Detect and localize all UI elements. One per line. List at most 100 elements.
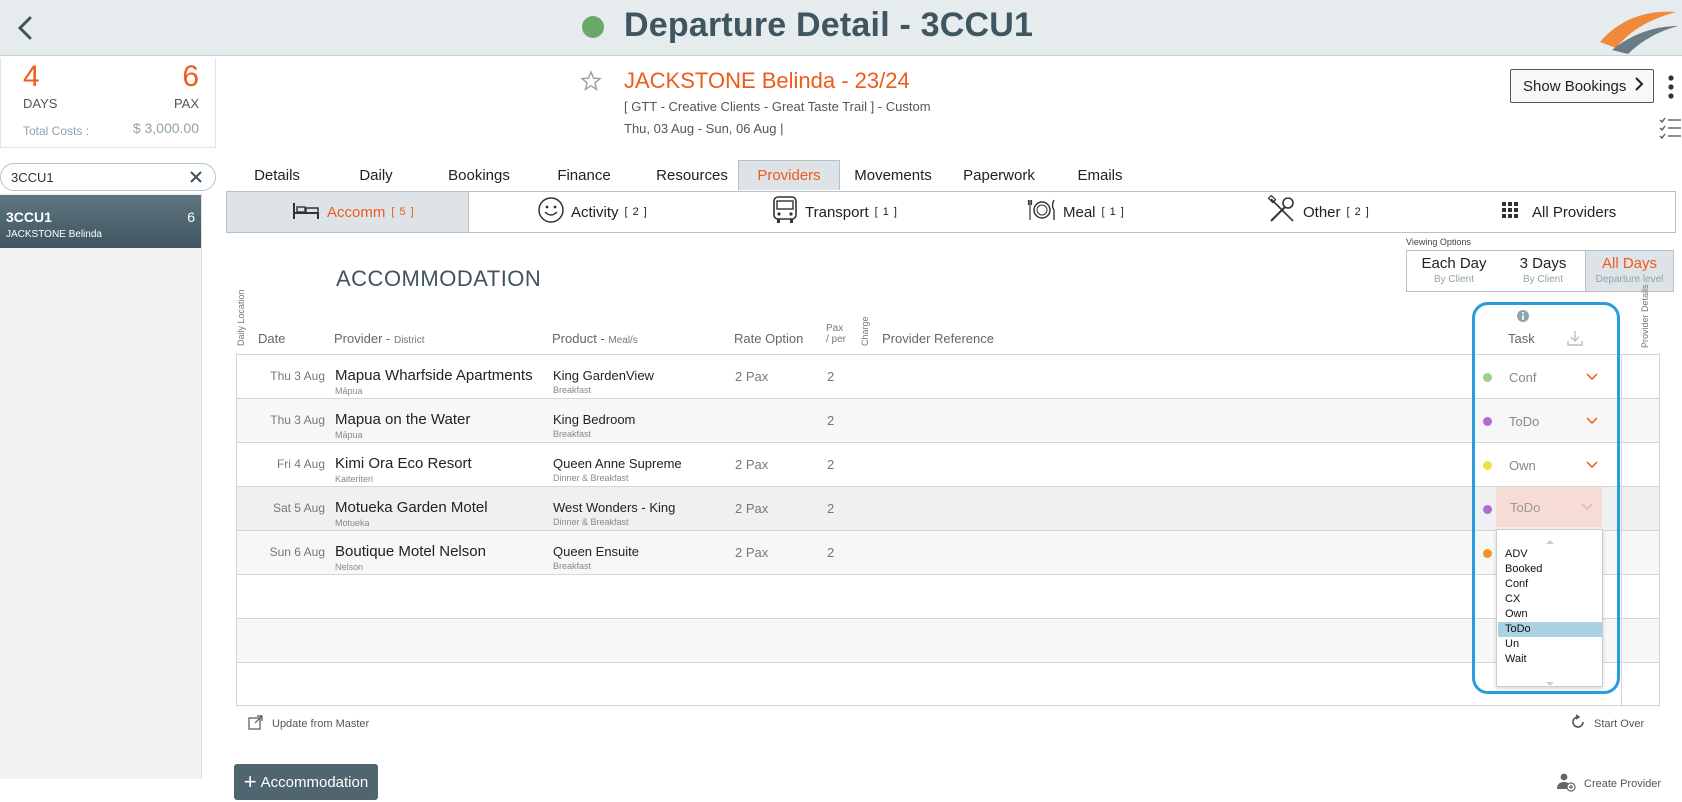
table-row-empty <box>237 619 1659 663</box>
tab-emails[interactable]: Emails <box>1052 160 1148 190</box>
status-dot <box>582 16 604 38</box>
subtab-transport[interactable]: Transport [ 1 ] <box>771 192 898 232</box>
plus-icon: + <box>243 769 257 794</box>
subtab-accomm-label: Accomm <box>327 203 386 221</box>
subtab-accomm-count: [ 5 ] <box>391 206 415 218</box>
subtab-all-providers-label: All Providers <box>1532 203 1617 221</box>
view-all-days[interactable]: All Days Departure level <box>1585 251 1673 291</box>
tab-bookings[interactable]: Bookings <box>424 160 534 190</box>
row-pax: 2 <box>827 457 835 472</box>
row-provider[interactable]: Motueka Garden Motel <box>335 499 488 516</box>
days-value: 4 <box>23 60 40 93</box>
row-product: Queen Anne Supreme <box>553 456 682 471</box>
row-date: Sun 6 Aug <box>269 545 325 559</box>
tab-paperwork[interactable]: Paperwork <box>946 160 1052 190</box>
tab-details[interactable]: Details <box>226 160 328 190</box>
row-meal: Breakfast <box>553 561 592 571</box>
subtab-other[interactable]: Other [ 2 ] <box>1267 192 1370 232</box>
update-from-master-label: Update from Master <box>272 717 370 730</box>
row-district: Māpua <box>335 386 363 396</box>
col-provider-details: Provider Details <box>1640 284 1650 348</box>
subtab-activity[interactable]: Activity [ 2 ] <box>537 192 648 232</box>
row-date: Thu 3 Aug <box>270 369 325 383</box>
subtab-meal-label: Meal <box>1063 203 1096 221</box>
star-icon[interactable] <box>580 70 602 92</box>
view-3-days-main: 3 Days <box>1519 255 1567 272</box>
subtab-all-providers[interactable]: All Providers <box>1502 192 1616 232</box>
table-row-empty <box>237 575 1659 619</box>
create-provider-button[interactable]: Create Provider <box>1556 772 1661 795</box>
departure-search-input[interactable]: 3CCU1 <box>0 163 216 191</box>
tab-movements[interactable]: Movements <box>840 160 946 190</box>
provider-details-cell <box>1621 619 1659 663</box>
add-accommodation-label: Accommodation <box>260 773 369 791</box>
departure-code: 3CCU1 <box>6 209 52 225</box>
row-rate: 2 Pax <box>735 545 769 560</box>
table-row[interactable]: Thu 3 Aug Mapua Wharfside Apartments Māp… <box>237 355 1659 399</box>
subtab-accomm[interactable]: Accomm [ 5 ] <box>227 192 469 232</box>
table-row-empty <box>237 663 1659 707</box>
add-user-icon <box>1556 772 1576 795</box>
table-row[interactable]: Sun 6 Aug Boutique Motel Nelson Nelson Q… <box>237 531 1659 575</box>
col-provider: Provider - District <box>334 331 425 346</box>
view-3-days-sub: By Client <box>1522 274 1563 285</box>
provider-details-cell[interactable] <box>1621 355 1659 399</box>
col-charge: Charge <box>860 316 870 346</box>
grid-icon <box>1502 202 1518 222</box>
provider-details-cell[interactable] <box>1621 487 1659 531</box>
checklist-icon[interactable] <box>1658 116 1682 140</box>
viewing-options-label: Viewing Options <box>1406 237 1471 247</box>
table-row[interactable]: Thu 3 Aug Mapua on the Water Māpua King … <box>237 399 1659 443</box>
trip-dates: Thu, 03 Aug - Sun, 06 Aug | <box>624 121 784 136</box>
table-row[interactable]: Sat 5 Aug Motueka Garden Motel Motueka W… <box>237 487 1659 531</box>
show-bookings-label: Show Bookings <box>1523 77 1627 95</box>
col-product: Product - Meal/s <box>552 331 638 346</box>
add-accommodation-button[interactable]: + Accommodation <box>234 764 378 800</box>
row-provider[interactable]: Mapua Wharfside Apartments <box>335 367 533 384</box>
row-meal: Dinner & Breakfast <box>553 517 629 527</box>
tab-providers[interactable]: Providers <box>738 160 840 190</box>
view-each-day-sub: By Client <box>1433 274 1474 285</box>
bus-icon <box>771 195 799 229</box>
view-3-days[interactable]: 3 Days By Client <box>1501 251 1585 291</box>
close-icon[interactable] <box>187 168 205 186</box>
table-row[interactable]: Fri 4 Aug Kimi Ora Eco Resort Kaiteriter… <box>237 443 1659 487</box>
provider-details-cell[interactable] <box>1621 531 1659 575</box>
view-each-day[interactable]: Each Day By Client <box>1407 251 1501 291</box>
subtab-meal[interactable]: Meal [ 1 ] <box>1027 192 1125 232</box>
row-district: Nelson <box>335 562 364 572</box>
row-pax: 2 <box>827 369 835 384</box>
row-provider[interactable]: Kimi Ora Eco Resort <box>335 455 472 472</box>
provider-details-cell[interactable] <box>1621 399 1659 443</box>
section-title: ACCOMMODATION <box>336 266 542 291</box>
row-product: King Bedroom <box>553 412 636 427</box>
departure-list-item[interactable]: 3CCU1 6 JACKSTONE Belinda <box>0 195 201 248</box>
row-provider[interactable]: Mapua on the Water <box>335 411 470 428</box>
tab-resources[interactable]: Resources <box>634 160 750 190</box>
back-arrow-icon[interactable] <box>10 12 40 44</box>
tools-icon <box>1267 194 1297 229</box>
row-rate: 2 Pax <box>735 457 769 472</box>
plate-cutlery-icon <box>1027 198 1057 226</box>
start-over-button[interactable]: Start Over <box>1570 714 1644 733</box>
provider-details-cell[interactable] <box>1621 443 1659 487</box>
col-product-label: Product <box>552 331 597 346</box>
pax-label: PAX <box>173 96 199 111</box>
subtab-other-label: Other <box>1303 203 1341 221</box>
subtab-transport-count: [ 1 ] <box>874 206 898 218</box>
trip-subtitle: [ GTT - Creative Clients - Great Taste T… <box>624 99 931 114</box>
row-rate: 2 Pax <box>735 501 769 516</box>
refresh-icon <box>1570 714 1586 733</box>
tab-daily[interactable]: Daily <box>328 160 424 190</box>
subtab-meal-count: [ 1 ] <box>1101 206 1125 218</box>
tab-finance[interactable]: Finance <box>534 160 634 190</box>
show-bookings-button[interactable]: Show Bookings <box>1510 69 1654 103</box>
departure-stats: 4 DAYS 6 PAX Total Costs : $ 3,000.00 <box>0 58 216 148</box>
update-from-master-button[interactable]: Update from Master <box>248 714 369 733</box>
pax-value: 6 <box>182 60 199 93</box>
row-meal: Breakfast <box>553 385 592 395</box>
col-pax-per: Pax / per <box>826 323 846 345</box>
page-title: Departure Detail - 3CCU1 <box>624 6 1034 44</box>
row-provider[interactable]: Boutique Motel Nelson <box>335 543 486 560</box>
more-options-icon[interactable] <box>1664 74 1678 100</box>
